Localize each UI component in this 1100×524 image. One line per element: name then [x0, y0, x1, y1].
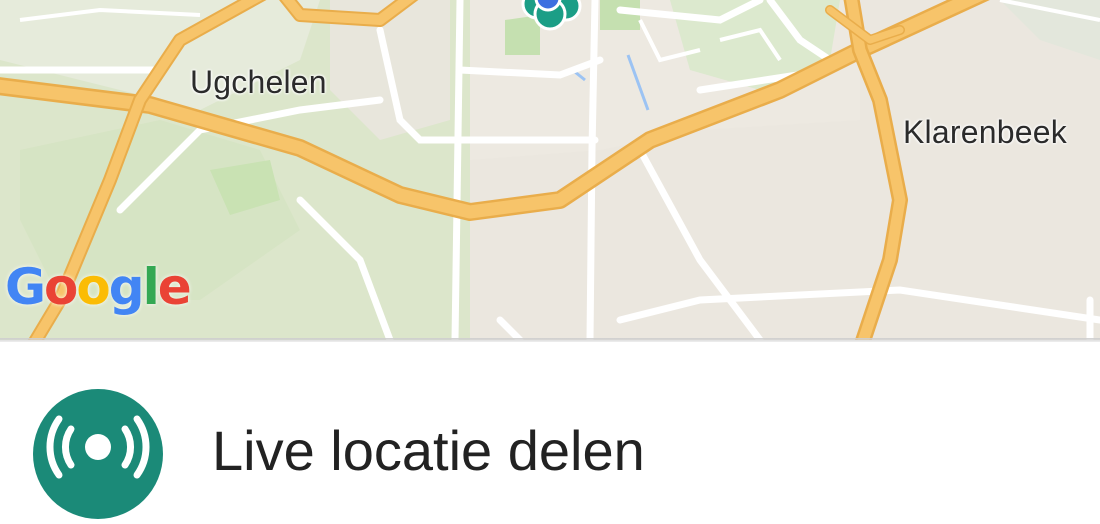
map-view[interactable]: Ugchelen Klarenbeek Google	[0, 0, 1100, 340]
google-logo-letter: o	[44, 258, 78, 316]
google-logo-letter: l	[142, 258, 160, 316]
live-location-title[interactable]: Live locatie delen	[212, 418, 645, 483]
google-logo: Google	[5, 258, 192, 316]
google-logo-letter: o	[76, 258, 110, 316]
google-logo-letter: e	[157, 258, 192, 316]
place-label-ugchelen: Ugchelen	[190, 64, 327, 100]
live-location-glyph	[46, 415, 150, 479]
live-location-icon[interactable]	[33, 389, 163, 519]
place-label-klarenbeek: Klarenbeek	[903, 114, 1067, 150]
google-logo-letter: g	[108, 258, 145, 316]
google-logo-letter: G	[5, 258, 46, 316]
